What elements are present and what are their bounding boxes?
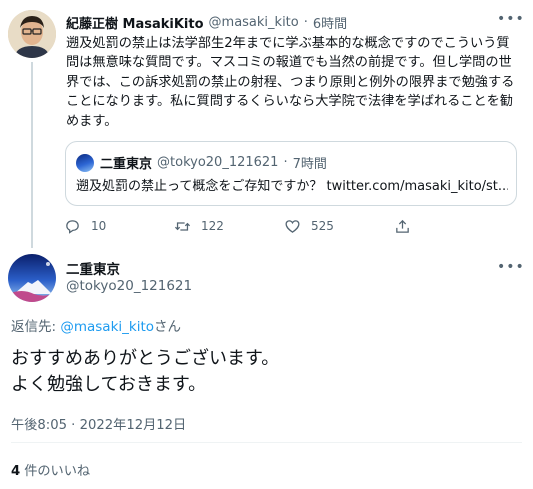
reply-text-line-2: よく勉強しておきます。 — [11, 374, 207, 395]
retweet-button[interactable]: 122 — [174, 216, 284, 236]
reply-tweet-text: おすすめありがとうございます。 よく勉強しておきます。 — [11, 346, 521, 398]
parent-time-ago[interactable]: 6時間 — [313, 13, 347, 32]
likes-summary[interactable]: 4 件のいいね — [11, 460, 90, 479]
avatar-image — [8, 254, 56, 302]
likes-label: 件のいいね — [24, 464, 91, 479]
like-count: 525 — [311, 219, 334, 233]
replying-to-suffix: さん — [154, 319, 182, 335]
more-icon[interactable]: ••• — [497, 10, 524, 28]
replying-to-mention[interactable]: @masaki_kito — [60, 319, 154, 335]
tweet-action-bar: 10 122 525 — [64, 216, 504, 236]
reply-button[interactable]: 10 — [64, 216, 174, 236]
divider — [11, 442, 522, 443]
quoted-tweet-text: 遡及処罰の禁止って概念をご存知ですか？ twitter.com/masaki_k… — [76, 179, 508, 194]
heart-icon — [285, 219, 300, 233]
parent-handle[interactable]: @masaki_kito — [209, 15, 299, 30]
quoted-time-ago: 7時間 — [292, 157, 327, 172]
share-icon — [396, 219, 409, 233]
retweet-icon — [174, 221, 191, 231]
more-icon[interactable]: ••• — [497, 258, 524, 276]
avatar-tokyo20[interactable] — [8, 254, 56, 302]
replying-to-prefix: 返信先: — [11, 319, 61, 335]
quoted-separator: · — [283, 155, 288, 170]
parent-tweet-header: 紀藤正樹 MasakiKito @masaki_kito · 6時間 — [66, 12, 517, 32]
retweet-count: 122 — [201, 219, 224, 233]
likes-count: 4 — [11, 464, 21, 479]
tweet-timestamp[interactable]: 午後8:05 · 2022年12月12日 — [11, 414, 186, 433]
quoted-avatar — [76, 153, 94, 172]
avatar-masaki-kito[interactable] — [8, 10, 56, 58]
reply-display-name[interactable]: 二重東京 — [66, 258, 120, 278]
quoted-tweet[interactable]: 二重東京 @tokyo20_121621 · 7時間 遡及処罰の禁止って概念をご… — [65, 141, 517, 206]
reply-text-line-1: おすすめありがとうございます。 — [11, 348, 280, 369]
parent-display-name[interactable]: 紀藤正樹 MasakiKito — [66, 13, 204, 32]
quoted-tweet-header: 二重東京 @tokyo20_121621 · 7時間 — [76, 153, 327, 172]
like-button[interactable]: 525 — [284, 216, 394, 236]
quoted-handle: @tokyo20_121621 — [157, 155, 279, 170]
reply-count: 10 — [91, 219, 107, 233]
replying-to-line: 返信先: @masaki_kitoさん — [11, 315, 181, 335]
quoted-display-name: 二重東京 — [100, 157, 153, 172]
parent-separator: · — [303, 14, 308, 30]
avatar-image — [8, 10, 56, 58]
thread-connector-line — [31, 62, 33, 248]
tweet-thread: 紀藤正樹 MasakiKito @masaki_kito · 6時間 ••• 遡… — [0, 0, 533, 489]
reply-icon — [66, 219, 79, 234]
share-button[interactable] — [394, 216, 504, 236]
reply-handle[interactable]: @tokyo20_121621 — [66, 278, 192, 294]
parent-tweet-text: 遡及処罰の禁止は法学部生2年までに学ぶ基本的な概念ですのでこういう質問は無意味な… — [66, 36, 515, 129]
